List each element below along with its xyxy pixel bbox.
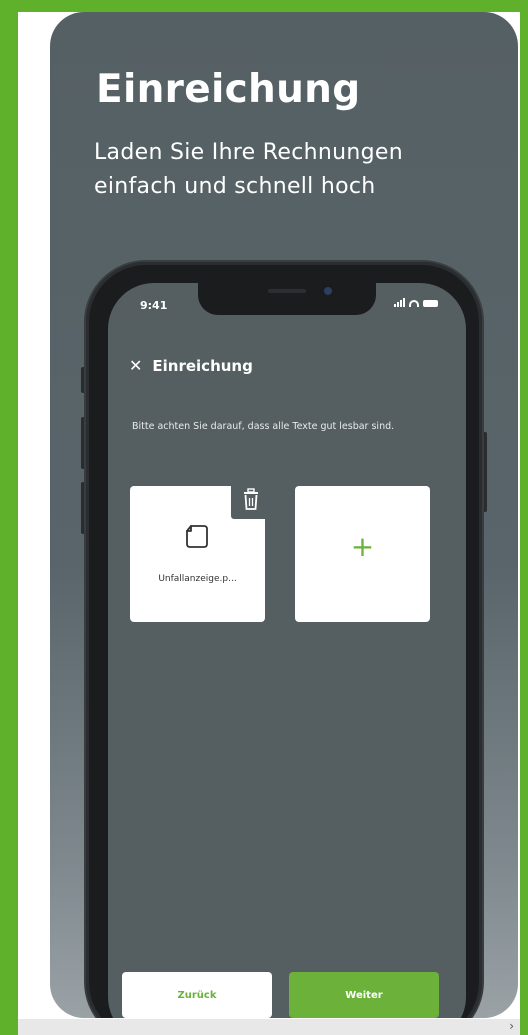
close-icon[interactable]: ✕: [129, 356, 142, 375]
document-icon: [186, 525, 208, 548]
promo-headline: Einreichung: [96, 67, 361, 112]
phone-power-button: [482, 432, 487, 512]
back-button[interactable]: Zurück: [122, 972, 272, 1018]
uploaded-file-name: Unfallanzeige.p...: [158, 574, 237, 584]
front-camera: [324, 287, 332, 295]
bottom-scroll-strip: [18, 1019, 520, 1035]
screen-title: Einreichung: [152, 356, 253, 375]
next-button[interactable]: Weiter: [289, 972, 439, 1018]
upload-hint: Bitte achten Sie darauf, dass alle Texte…: [132, 421, 395, 432]
trash-icon: [244, 488, 258, 510]
chevron-right-icon[interactable]: ›: [509, 1019, 514, 1033]
battery-icon: [423, 300, 438, 307]
frame-border-right: [520, 0, 528, 1035]
status-icons: [394, 298, 438, 307]
speaker-grill: [268, 289, 306, 293]
promo-subline: Laden Sie Ihre Rechnungen einfach und sc…: [94, 140, 403, 199]
frame-border-top: [0, 0, 528, 12]
plus-icon: +: [350, 530, 375, 563]
add-file-tile[interactable]: +: [295, 486, 430, 622]
phone-notch: [198, 283, 376, 315]
phone-screen: 9:41 ✕ Einreichung Bitte achten Sie dara…: [108, 283, 466, 1018]
frame-border-left: [0, 0, 18, 1035]
status-time: 9:41: [140, 299, 168, 312]
wifi-icon: [409, 300, 419, 307]
nav-bar: ✕ Einreichung: [129, 356, 253, 375]
delete-file-button[interactable]: [231, 481, 271, 519]
signal-icon: [394, 298, 405, 307]
promo-card: Einreichung Laden Sie Ihre Rechnungen ei…: [50, 12, 518, 1018]
